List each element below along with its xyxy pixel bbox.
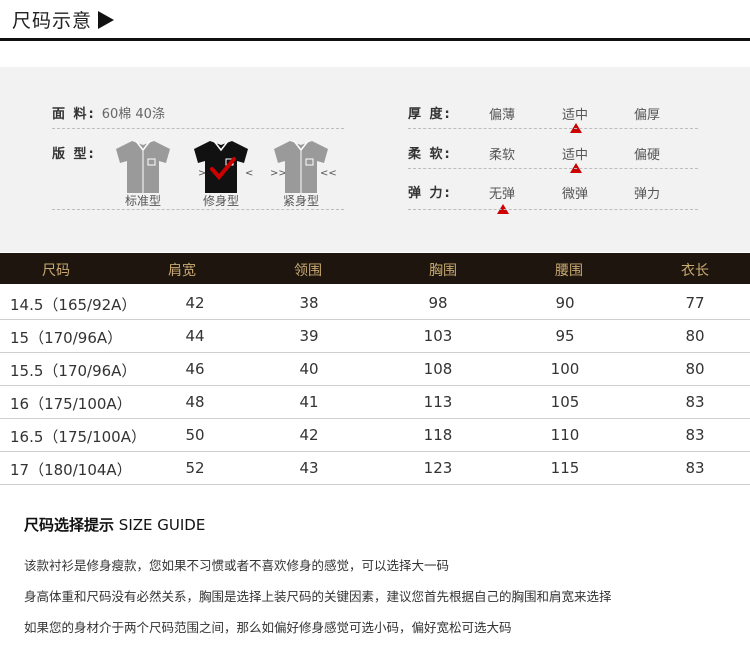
elasticity-option-stretch: 弹力 — [634, 187, 661, 202]
standard-shirt-icon — [112, 137, 174, 197]
table-cell-size: 16.5（175/100A） — [10, 428, 146, 446]
spec-softness: 柔 软: — [408, 143, 452, 162]
fabric-value: 60棉 40涤 — [101, 107, 165, 122]
page-title: 尺码示意 — [12, 6, 115, 33]
table-row: 15（170/96A） 44 39 103 95 80 — [0, 320, 750, 353]
table-cell: 48 — [185, 393, 205, 411]
table-cell: 103 — [423, 327, 453, 345]
softness-option-hard: 偏硬 — [634, 148, 661, 163]
softness-option-medium: 适中 — [562, 148, 589, 163]
fit-arrow-right-double: << — [320, 168, 337, 179]
divider — [52, 128, 344, 129]
size-guide-line: 如果您的身材介于两个尺码范围之间，那么如偏好修身感觉可选小码，偏好宽松可选大码 — [24, 620, 512, 635]
table-cell: 83 — [685, 459, 705, 477]
table-cell: 42 — [185, 294, 205, 312]
table-cell: 90 — [555, 294, 575, 312]
column-header-chest: 胸围 — [429, 263, 457, 279]
table-cell: 40 — [299, 360, 319, 378]
table-row: 14.5（165/92A） 42 38 98 90 77 — [0, 287, 750, 320]
play-arrow-icon — [98, 10, 115, 29]
thickness-option-medium: 适中 — [562, 108, 589, 123]
table-cell: 100 — [550, 360, 580, 378]
softness-label: 柔 软: — [408, 147, 452, 162]
size-guide-line: 身高体重和尺码没有必然关系，胸围是选择上装尺码的关键因素，建议您首先根据自己的胸… — [24, 589, 612, 604]
table-row: 16.5（175/100A） 50 42 118 110 83 — [0, 419, 750, 452]
table-cell: 42 — [299, 426, 319, 444]
fit-option-standard: 标准型 — [124, 194, 161, 208]
divider — [408, 209, 698, 210]
size-guide-line: 该款衬衫是修身瘦款，您如果不习惯或者不喜欢修身的感觉，可以选择大一码 — [24, 558, 450, 573]
table-row: 16（175/100A） 48 41 113 105 83 — [0, 386, 750, 419]
table-cell: 80 — [685, 327, 705, 345]
table-cell: 113 — [423, 393, 453, 411]
divider — [408, 128, 698, 129]
table-cell-size: 15.5（170/96A） — [10, 362, 137, 380]
fit-arrow-right: < — [245, 168, 254, 179]
table-cell: 50 — [185, 426, 205, 444]
table-cell: 83 — [685, 393, 705, 411]
page-title-text: 尺码示意 — [12, 10, 93, 32]
table-cell-size: 15（170/96A） — [10, 329, 123, 347]
divider — [52, 209, 344, 210]
table-row: 17（180/104A） 52 43 123 115 83 — [0, 452, 750, 485]
thickness-label: 厚 度: — [408, 107, 452, 122]
table-cell: 118 — [423, 426, 453, 444]
spec-fit: 版 型: — [52, 143, 96, 162]
table-cell: 39 — [299, 327, 319, 345]
elasticity-option-none: 无弹 — [489, 187, 516, 202]
table-cell: 52 — [185, 459, 205, 477]
fabric-label: 面 料: — [52, 107, 96, 122]
table-cell: 123 — [423, 459, 453, 477]
table-cell: 98 — [428, 294, 448, 312]
fit-label: 版 型: — [52, 147, 96, 162]
table-cell-size: 14.5（165/92A） — [10, 296, 137, 314]
column-header-length: 衣长 — [681, 263, 709, 279]
table-cell: 43 — [299, 459, 319, 477]
table-cell: 110 — [550, 426, 580, 444]
size-guide-title: 尺码选择提示 SIZE GUIDE — [24, 514, 205, 535]
column-header-size: 尺码 — [42, 263, 70, 279]
table-cell: 105 — [550, 393, 580, 411]
table-cell: 38 — [299, 294, 319, 312]
softness-option-soft: 柔软 — [489, 148, 516, 163]
table-cell: 41 — [299, 393, 319, 411]
fit-option-tight: 紧身型 — [282, 194, 319, 208]
column-header-shoulder: 肩宽 — [168, 263, 196, 279]
size-guide-title-en: SIZE GUIDE — [118, 516, 206, 534]
spec-thickness: 厚 度: — [408, 103, 452, 122]
table-cell: 46 — [185, 360, 205, 378]
spec-elasticity: 弹 力: — [408, 182, 452, 201]
column-header-collar: 领围 — [294, 263, 322, 279]
table-cell: 95 — [555, 327, 575, 345]
size-table-header: 尺码 肩宽 领围 胸围 腰围 衣长 — [0, 253, 750, 284]
size-guide-title-cn: 尺码选择提示 — [24, 516, 115, 534]
tight-shirt-icon — [270, 137, 332, 197]
divider — [408, 168, 698, 169]
slim-shirt-icon — [190, 137, 252, 197]
table-cell: 108 — [423, 360, 453, 378]
table-cell-size: 16（175/100A） — [10, 395, 132, 413]
table-cell: 44 — [185, 327, 205, 345]
elasticity-label: 弹 力: — [408, 186, 452, 201]
spec-fabric: 面 料: 60棉 40涤 — [52, 103, 165, 122]
table-cell: 77 — [685, 294, 705, 312]
thickness-option-thin: 偏薄 — [489, 108, 516, 123]
table-cell: 115 — [550, 459, 580, 477]
column-header-waist: 腰围 — [555, 263, 583, 279]
table-cell-size: 17（180/104A） — [10, 461, 132, 479]
elasticity-option-slight: 微弹 — [562, 187, 589, 202]
thickness-option-thick: 偏厚 — [634, 108, 661, 123]
table-cell: 83 — [685, 426, 705, 444]
fit-option-slim: 修身型 — [202, 194, 239, 208]
spec-panel: 面 料: 60棉 40涤 版 型: 标准型 > < 修身型 >> << 紧身型 … — [0, 67, 750, 252]
table-cell: 80 — [685, 360, 705, 378]
table-row: 15.5（170/96A） 46 40 108 100 80 — [0, 353, 750, 386]
header-divider — [0, 38, 750, 41]
